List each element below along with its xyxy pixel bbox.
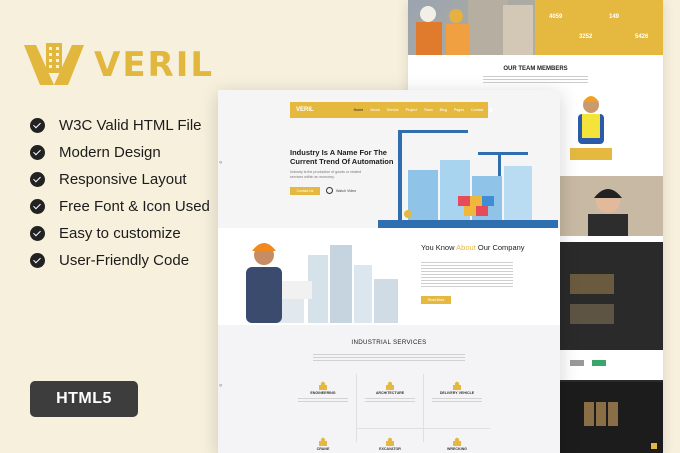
service-name: EXCAVATOR [379, 447, 401, 451]
engineer-icon [318, 378, 328, 390]
nav-item-pages[interactable]: Pages [454, 108, 464, 112]
wrecking-icon [452, 434, 462, 446]
contact-us-button[interactable]: Contact Us [290, 187, 320, 195]
service-description [365, 398, 415, 404]
architecture-icon [385, 378, 395, 390]
team-description [483, 76, 588, 84]
about-text [421, 262, 513, 288]
check-circle-icon [30, 118, 45, 133]
watch-video-label: Watch Video [336, 188, 357, 193]
about-title-pre: You Know [421, 243, 457, 252]
back-footer [558, 382, 663, 453]
team-section-title: OUR TEAM MEMBERS [503, 66, 568, 72]
feature-list: W3C Valid HTML File Modern Design Responsi… [30, 112, 210, 274]
nav-item-about[interactable]: About [370, 108, 379, 112]
about-title: You Know About Our Company [421, 243, 525, 252]
feature-item: Easy to customize [30, 220, 210, 247]
nav-item-project[interactable]: Project [406, 108, 417, 112]
stat-value: 149 [609, 14, 620, 20]
services-description [313, 354, 465, 361]
veril-logo-icon [22, 41, 86, 89]
feature-label: Responsive Layout [59, 171, 187, 188]
nav-item-contact[interactable]: Contact [471, 108, 483, 112]
feature-item: Responsive Layout [30, 166, 210, 193]
service-name: ENGINEERING [310, 391, 336, 395]
nav-item-home[interactable]: Home [354, 108, 364, 112]
check-circle-icon [30, 253, 45, 268]
chevron-left-icon[interactable]: « [219, 160, 222, 166]
chevron-left-icon[interactable]: « [219, 383, 222, 389]
html5-badge: HTML5 [30, 381, 138, 417]
service-card[interactable]: ENGINEERING [290, 378, 356, 404]
feature-label: Easy to customize [59, 225, 181, 242]
nav-item-blog[interactable]: Blog [440, 108, 447, 112]
read-more-button[interactable]: Read More [421, 296, 451, 304]
feature-label: User-Friendly Code [59, 252, 190, 269]
brand-name: VERIL [94, 45, 215, 85]
about-title-highlight: About [456, 243, 476, 252]
service-name: ARCHITECTURE [375, 391, 405, 395]
nav-logo[interactable]: VERIL [296, 107, 314, 113]
brand-logo: VERIL [22, 40, 212, 90]
construction-illustration [378, 130, 558, 228]
divider [356, 374, 357, 442]
feature-item: W3C Valid HTML File [30, 112, 210, 139]
nav-item-team[interactable]: Team [424, 108, 433, 112]
delivery-icon [452, 378, 462, 390]
stat-value: 5426 [635, 34, 649, 40]
back-stats-panel: 4059 149 3252 5426 [535, 0, 663, 55]
testimonial-image [558, 176, 663, 236]
service-description [298, 398, 348, 404]
service-card[interactable]: ARCHITECTURE [357, 378, 423, 404]
excavator-icon [385, 434, 395, 446]
hero-text: Industry is the production of goods or r… [290, 170, 362, 179]
partner-logos [558, 350, 663, 380]
feature-label: W3C Valid HTML File [59, 117, 202, 134]
crane-icon [318, 434, 328, 446]
check-circle-icon [30, 145, 45, 160]
front-page-preview: VERIL Home About Service Project Team Blog Pag… [218, 90, 560, 453]
divider [356, 428, 490, 429]
service-name: CRANE [316, 447, 330, 451]
service-name: DELIVERY VEHICLE [439, 391, 475, 395]
play-icon [326, 187, 333, 194]
service-description [432, 398, 482, 404]
feature-item: Modern Design [30, 139, 210, 166]
service-card[interactable]: DELIVERY VEHICLE [424, 378, 490, 404]
service-name: WRECKING [447, 447, 467, 451]
about-title-post: Our Company [475, 243, 525, 252]
services-title: INDUSTRIAL SERVICES [351, 339, 427, 346]
feature-item: User-Friendly Code [30, 247, 210, 274]
service-card[interactable]: WRECKING [424, 434, 490, 451]
check-circle-icon [30, 199, 45, 214]
stat-value: 4059 [549, 14, 563, 20]
service-card[interactable]: EXCAVATOR [357, 434, 423, 451]
watch-video-link[interactable]: Watch Video [326, 187, 356, 194]
check-circle-icon [30, 172, 45, 187]
divider [423, 374, 424, 442]
feature-item: Free Font & Icon Used [30, 193, 210, 220]
feature-label: Modern Design [59, 144, 161, 161]
check-circle-icon [30, 226, 45, 241]
stat-value: 3252 [579, 34, 593, 40]
feature-label: Free Font & Icon Used [59, 198, 210, 215]
team-member-card [566, 90, 616, 162]
top-navbar[interactable]: VERIL Home About Service Project Team Blog Pag… [290, 102, 493, 118]
nav-item-service[interactable]: Service [387, 108, 399, 112]
service-card[interactable]: CRANE [290, 434, 356, 451]
engineer-image [218, 235, 418, 323]
